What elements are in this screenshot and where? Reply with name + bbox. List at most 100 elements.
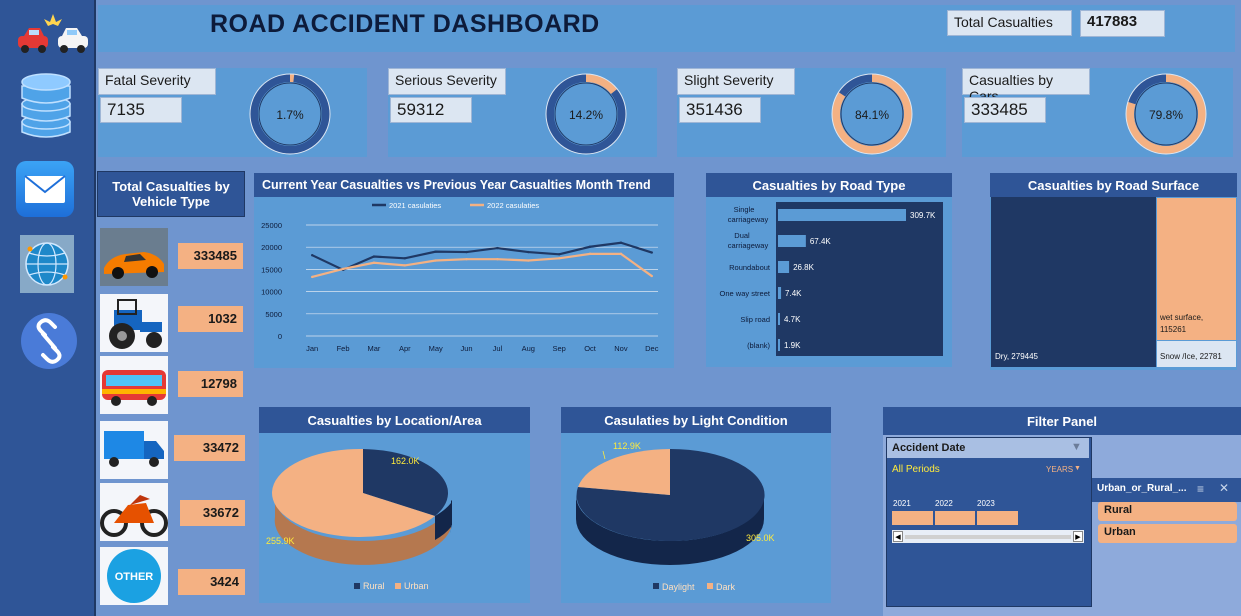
chevron-down-icon[interactable]: ▼ xyxy=(1074,465,1081,472)
vehicle-type-title: Total Casualties by Vehicle Type xyxy=(97,171,245,217)
road-type-chart: 309.7KSinglecarriagewaySingle carriagewa… xyxy=(720,202,943,356)
light-title: Casulaties by Light Condition xyxy=(561,407,831,433)
other-icon[interactable]: OTHER xyxy=(100,547,168,605)
series-point xyxy=(403,257,407,260)
category-label-line2: carriageway xyxy=(728,215,769,224)
pie-label-rural: 162.0K xyxy=(391,456,420,466)
globe-icon[interactable] xyxy=(20,235,74,293)
kpi-label: Casualties by Cars xyxy=(962,68,1090,104)
series-point xyxy=(465,250,468,254)
year-timeline-bars[interactable] xyxy=(892,511,1019,525)
pie-label-dark: 112.9K xyxy=(613,441,641,451)
bus-icon[interactable] xyxy=(100,356,168,414)
link-icon[interactable] xyxy=(19,312,79,370)
mail-icon[interactable] xyxy=(16,161,74,217)
scroll-left-button[interactable]: ◀ xyxy=(893,531,903,542)
x-tick-label: Nov xyxy=(614,344,628,353)
period-unit-dropdown[interactable]: YEARS xyxy=(1046,465,1073,474)
truck-icon[interactable] xyxy=(100,421,168,479)
x-tick-label: Apr xyxy=(399,344,411,353)
series-point xyxy=(588,252,592,256)
bar-value-label: 1.9K xyxy=(784,341,801,350)
x-tick-label: Sep xyxy=(553,344,566,353)
series-point xyxy=(310,253,314,257)
bar-value-label: 67.4K xyxy=(810,237,832,246)
year-label[interactable]: 2022 xyxy=(935,499,953,508)
road-type-bar xyxy=(778,235,806,247)
legend-daylight-swatch xyxy=(653,583,659,589)
road-type-bar xyxy=(778,261,790,273)
treemap-dry[interactable] xyxy=(991,197,1156,367)
category-label-line2: carriageway xyxy=(728,241,769,250)
category-label: Roundabout xyxy=(729,263,771,272)
category-label: One way street xyxy=(720,289,771,298)
car-crash-icon[interactable] xyxy=(16,10,90,56)
series-point xyxy=(372,255,376,258)
x-tick-label: Jul xyxy=(493,344,503,353)
series-point xyxy=(527,250,530,254)
area-option-urban[interactable]: Urban xyxy=(1098,524,1237,543)
page-title: ROAD ACCIDENT DASHBOARD xyxy=(210,10,600,38)
year-label[interactable]: 2023 xyxy=(977,499,995,508)
series-point xyxy=(434,259,437,262)
year-label[interactable]: 2021 xyxy=(893,499,911,508)
scroll-thumb[interactable] xyxy=(905,535,1071,539)
treemap-wet-label: wet surface, xyxy=(1160,313,1204,322)
kpi-donut: 14.2% xyxy=(545,73,627,155)
legend-urban-swatch xyxy=(395,583,401,589)
kpi-percent: 1.7% xyxy=(276,108,304,122)
kpi-value: 7135 xyxy=(100,97,182,123)
category-label: Slip road xyxy=(740,315,770,324)
pie-slice-dark xyxy=(578,449,670,495)
database-icon[interactable] xyxy=(20,70,72,140)
total-casualties-value: 417883 xyxy=(1080,10,1165,37)
x-tick-label: Aug xyxy=(522,344,535,353)
road-type-bar xyxy=(778,287,782,299)
treemap-snow-label: Snow /Ice, 22781 xyxy=(1160,352,1222,361)
legend-dark-swatch xyxy=(707,583,713,589)
kpi-label: Serious Severity xyxy=(388,68,506,95)
kpi-value: 59312 xyxy=(390,97,472,123)
series-line-1 xyxy=(311,252,653,279)
legend-rural-swatch xyxy=(354,583,360,589)
date-slicer-label: Accident Date xyxy=(892,442,966,454)
clear-filter-icon[interactable]: ✕ xyxy=(1219,481,1229,495)
kpi-donut: 79.8% xyxy=(1125,73,1207,155)
car-icon[interactable] xyxy=(100,228,168,286)
x-tick-label: May xyxy=(429,344,443,353)
series-point xyxy=(310,275,314,279)
multi-select-icon[interactable]: ≡ xyxy=(1197,482,1204,496)
road-type-bar xyxy=(778,209,906,221)
trend-chart: 25000 20000 15000 10000 5000 0 Jan Feb Mar Apr May… xyxy=(261,201,659,353)
legend-daylight-label: Daylight xyxy=(662,582,695,592)
legend-rural-label: Rural xyxy=(363,581,385,591)
clear-filter-icon[interactable]: ▼ xyxy=(1071,441,1082,453)
vehicle-count: 3424 xyxy=(178,569,245,595)
kpi-percent: 79.8% xyxy=(1149,108,1183,122)
kpi-value: 351436 xyxy=(679,97,761,123)
scroll-right-button[interactable]: ▶ xyxy=(1073,531,1083,542)
tractor-icon[interactable] xyxy=(100,294,168,352)
x-tick-label: Oct xyxy=(584,344,597,353)
series-point xyxy=(403,264,407,267)
area-slicer-label: Urban_or_Rural_... xyxy=(1097,483,1187,494)
vehicle-count: 33672 xyxy=(180,500,245,526)
x-tick-label: Jun xyxy=(461,344,473,353)
bar-value-label: 7.4K xyxy=(785,289,802,298)
bar-value-label: 26.8K xyxy=(793,263,815,272)
area-option-rural[interactable]: Rural xyxy=(1098,502,1237,521)
vehicle-count: 12798 xyxy=(178,371,243,397)
kpi-percent: 84.1% xyxy=(855,108,889,122)
location-pie: 162.0K 255.9K Rural Urban xyxy=(266,448,452,591)
kpi-label: Fatal Severity xyxy=(98,68,216,95)
motorcycle-icon[interactable] xyxy=(100,483,168,541)
kpi-donut: 84.1% xyxy=(831,73,913,155)
y-tick-label: 15000 xyxy=(261,265,282,274)
road-type-bar xyxy=(778,313,780,325)
vehicle-count: 33472 xyxy=(174,435,245,461)
kpi-donut: 1.7% xyxy=(249,73,331,155)
road-surface-title: Casualties by Road Surface xyxy=(990,173,1237,197)
category-label-line1: Single xyxy=(734,205,755,214)
total-casualties-label: Total Casualties xyxy=(947,10,1072,36)
x-tick-label: Dec xyxy=(645,344,659,353)
